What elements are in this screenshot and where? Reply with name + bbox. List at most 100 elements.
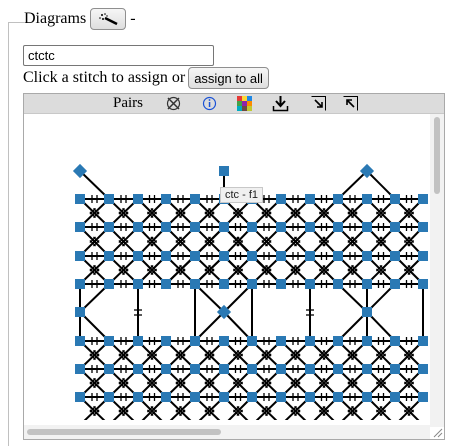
vertical-scroll-thumb[interactable] [434,117,440,194]
stitch-node[interactable] [305,194,315,204]
stitch-node[interactable] [104,279,114,289]
stitch-node[interactable] [362,336,372,346]
resize-up-icon[interactable] [342,95,359,112]
stitch-node[interactable] [75,194,85,204]
stitch-node[interactable] [247,336,257,346]
stitch-node[interactable] [104,336,114,346]
stitch-node[interactable] [219,279,229,289]
stitch-node[interactable] [276,222,286,232]
stitch-node[interactable] [390,279,400,289]
stitch-node[interactable] [276,279,286,289]
stitch-node[interactable] [104,364,114,374]
info-icon[interactable] [201,95,218,112]
stitch-node[interactable] [161,222,171,232]
stitch-node[interactable] [133,279,143,289]
stitch-node[interactable] [247,251,257,261]
vertical-scrollbar[interactable] [430,114,444,427]
stitch-node[interactable] [362,194,372,204]
stitch-node[interactable] [305,392,315,402]
stitch-node[interactable] [75,251,85,261]
stitch-node[interactable] [418,364,428,374]
stitch-node[interactable] [362,392,372,402]
stitch-node[interactable] [161,279,171,289]
stitch-node[interactable] [390,364,400,374]
stitch-node[interactable] [390,392,400,402]
stitch-node[interactable] [104,194,114,204]
stitch-node[interactable] [247,279,257,289]
stitch-node[interactable] [276,194,286,204]
stitch-node[interactable] [276,392,286,402]
stitch-node[interactable] [305,336,315,346]
stitch-node[interactable] [133,194,143,204]
stitch-node[interactable] [305,279,315,289]
stitch-node[interactable] [161,364,171,374]
stitch-node[interactable] [390,194,400,204]
stitch-node[interactable] [219,222,229,232]
stitch-node[interactable] [418,279,428,289]
stitch-node[interactable] [75,336,85,346]
stitch-node[interactable] [333,251,343,261]
stitch-node[interactable] [190,194,200,204]
stitch-node[interactable] [390,251,400,261]
stitch-node[interactable] [362,222,372,232]
magic-wand-button[interactable] [90,8,127,30]
stitch-node[interactable] [333,194,343,204]
stitch-node[interactable] [190,222,200,232]
stitch-node[interactable] [247,222,257,232]
stitch-node[interactable] [75,307,85,317]
stitch-node[interactable] [390,222,400,232]
stitch-node[interactable] [418,194,428,204]
stitch-node[interactable] [333,364,343,374]
stitch-node[interactable] [219,251,229,261]
stitch-node[interactable] [333,392,343,402]
stitch-node[interactable] [418,392,428,402]
stitch-node[interactable] [362,307,372,317]
stitch-node[interactable] [418,251,428,261]
stitch-node[interactable] [161,336,171,346]
stitch-node[interactable] [305,364,315,374]
stitch-node[interactable] [247,392,257,402]
stitch-node[interactable] [161,251,171,261]
stitch-node[interactable] [75,222,85,232]
stitch-node[interactable] [305,251,315,261]
stitch-node[interactable] [190,392,200,402]
stitch-node[interactable] [104,392,114,402]
stitch-node[interactable] [133,251,143,261]
stitch-node[interactable] [333,222,343,232]
stitch-node[interactable] [362,279,372,289]
color-palette-icon[interactable] [236,95,253,112]
stitch-node[interactable] [305,222,315,232]
stitch-node[interactable] [104,222,114,232]
assign-to-all-button[interactable]: assign to all [188,67,269,89]
stitch-node[interactable] [219,364,229,374]
pair-diagram-canvas[interactable]: ctc - f1 [24,114,429,420]
stitch-node[interactable] [219,166,229,176]
stitch-node[interactable] [333,279,343,289]
stitch-node[interactable] [418,336,428,346]
resize-grip-icon[interactable] [431,426,443,438]
stitch-node[interactable] [104,251,114,261]
stitch-node[interactable] [247,364,257,374]
stitch-node[interactable] [219,336,229,346]
stitch-node[interactable] [190,364,200,374]
stitch-node[interactable] [190,251,200,261]
stitch-node[interactable] [190,336,200,346]
horizontal-scrollbar[interactable] [24,425,430,439]
download-icon[interactable] [272,95,289,112]
stitch-node[interactable] [133,392,143,402]
stitch-node[interactable] [333,336,343,346]
stitch-node[interactable] [133,364,143,374]
stitch-node[interactable] [362,364,372,374]
stitch-node[interactable] [133,222,143,232]
stitch-node[interactable] [276,251,286,261]
resize-down-icon[interactable] [310,95,327,112]
stitch-node[interactable] [276,336,286,346]
stitch-node[interactable] [390,336,400,346]
horizontal-scroll-thumb[interactable] [27,429,221,435]
stitch-node[interactable] [75,392,85,402]
stitch-node[interactable] [161,392,171,402]
delete-icon[interactable] [165,95,182,112]
stitch-node[interactable] [276,364,286,374]
stitch-node[interactable] [219,392,229,402]
pattern-input[interactable] [23,45,214,66]
